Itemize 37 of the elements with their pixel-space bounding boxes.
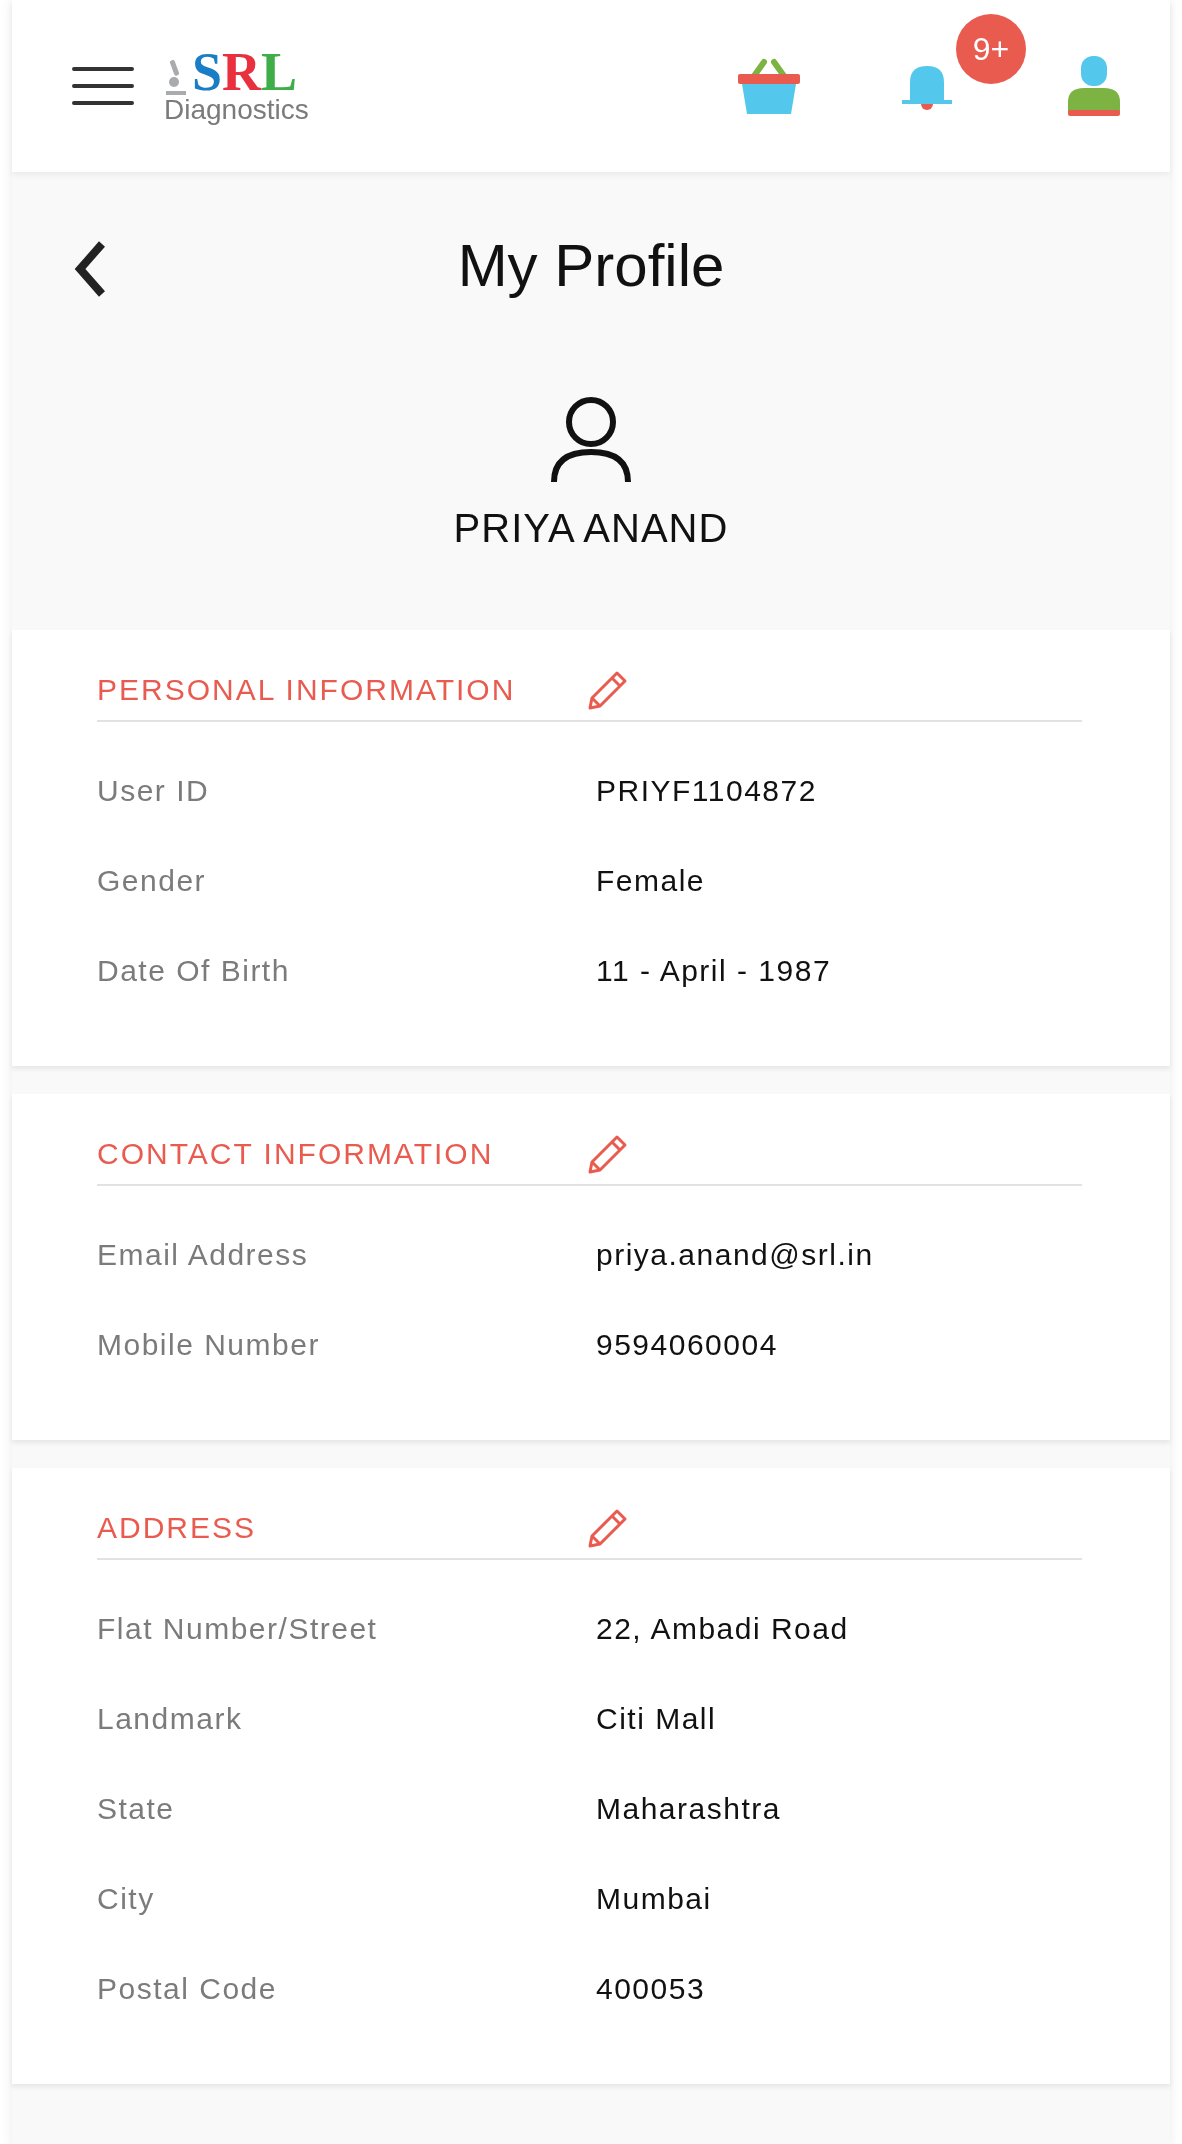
field-label: Mobile Number bbox=[97, 1328, 321, 1362]
section-title: PERSONAL INFORMATION bbox=[97, 673, 517, 707]
field-label: Flat Number/Street bbox=[97, 1612, 379, 1646]
field-label: Landmark bbox=[97, 1702, 244, 1736]
section-title: ADDRESS bbox=[97, 1511, 258, 1545]
field-value: 22, Ambadi Road bbox=[596, 1612, 849, 1646]
user-icon[interactable] bbox=[1066, 56, 1122, 116]
section-title: CONTACT INFORMATION bbox=[97, 1137, 495, 1171]
edit-pencil-icon[interactable] bbox=[587, 1508, 629, 1548]
field-value: priya.anand@srl.in bbox=[596, 1238, 874, 1272]
field-value: 400053 bbox=[596, 1972, 706, 2006]
field-value: 11 - April - 1987 bbox=[596, 954, 832, 988]
field-value: Citi Mall bbox=[596, 1702, 717, 1736]
back-chevron-icon[interactable] bbox=[72, 240, 108, 298]
microscope-icon bbox=[164, 60, 188, 96]
field-label: Date Of Birth bbox=[97, 954, 291, 988]
field-label: City bbox=[97, 1882, 156, 1916]
field-value: Mumbai bbox=[596, 1882, 712, 1916]
field-value: PRIYF1104872 bbox=[596, 774, 817, 808]
field-label: Postal Code bbox=[97, 1972, 278, 2006]
menu-icon[interactable] bbox=[72, 66, 134, 106]
field-label: User ID bbox=[97, 774, 211, 808]
edit-pencil-icon[interactable] bbox=[587, 1134, 629, 1174]
field-label: Gender bbox=[97, 864, 208, 898]
notification-badge: 9+ bbox=[956, 14, 1026, 84]
user-name: PRIYA ANAND bbox=[453, 506, 729, 551]
edit-pencil-icon[interactable] bbox=[587, 670, 629, 710]
field-label: State bbox=[97, 1792, 176, 1826]
field-value: Maharashtra bbox=[596, 1792, 781, 1826]
field-value: 9594060004 bbox=[596, 1328, 778, 1362]
field-label: Email Address bbox=[97, 1238, 310, 1272]
field-value: Female bbox=[596, 864, 706, 898]
logo-wordmark: SRL bbox=[192, 48, 298, 96]
user-avatar-icon bbox=[550, 396, 632, 484]
logo-subtitle: Diagnostics bbox=[164, 96, 309, 124]
page-title: My Profile bbox=[457, 231, 725, 301]
basket-icon[interactable] bbox=[736, 56, 802, 116]
